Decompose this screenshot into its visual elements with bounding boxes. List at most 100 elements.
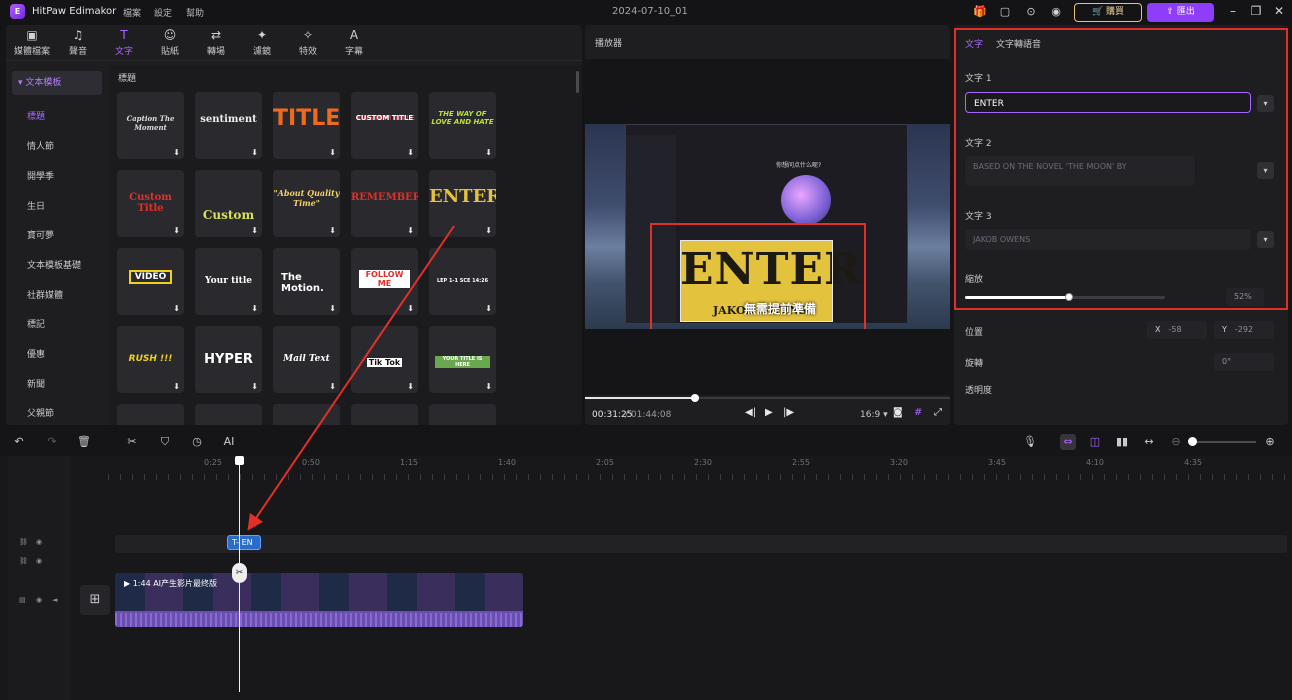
time-ruler[interactable] xyxy=(108,474,1288,480)
split-icon[interactable]: ✂ xyxy=(124,434,140,450)
tab-media[interactable]: ▣ 媒體檔案 xyxy=(10,28,54,57)
zoom-slider[interactable] xyxy=(1190,441,1256,443)
split-at-playhead-icon[interactable]: ✂ xyxy=(232,563,247,583)
template-thumb[interactable]: FOLLOW ME ⬇ xyxy=(351,248,418,315)
category-item[interactable]: 生日 xyxy=(27,199,45,212)
template-thumb[interactable]: HYPER ⬇ xyxy=(195,326,262,393)
video-clip[interactable]: ▶ 1:44 AI产生影片最终版 xyxy=(115,573,523,627)
tab-filter[interactable]: ✦ 濾鏡 xyxy=(240,28,284,57)
tab-text[interactable]: T 文字 xyxy=(102,28,146,57)
rotate-field[interactable]: 0° xyxy=(1214,353,1274,371)
eye-icon[interactable]: ◉ xyxy=(36,557,42,565)
close-icon[interactable]: ✕ xyxy=(1272,4,1286,18)
link-track-icon[interactable]: ⛓ xyxy=(19,557,28,565)
tab-subtitle[interactable]: A 字幕 xyxy=(332,28,376,57)
template-thumb[interactable] xyxy=(429,404,496,425)
position-x-field[interactable]: X -58 xyxy=(1147,321,1207,339)
zoom-out-icon[interactable]: ⊖ xyxy=(1168,434,1184,450)
menu-settings[interactable]: 設定 xyxy=(154,6,172,19)
template-thumb[interactable]: REMEMBER ⬇ xyxy=(351,170,418,237)
template-thumb[interactable] xyxy=(273,404,340,425)
play-icon[interactable]: ▶ xyxy=(765,407,773,418)
ripple-icon[interactable]: ▮▮ xyxy=(1114,434,1130,450)
template-thumb[interactable]: TITLE ⬇ xyxy=(273,92,340,159)
microphone-icon[interactable]: 🎙 xyxy=(1022,434,1038,450)
template-thumb[interactable]: "About Quality Time" ⬇ xyxy=(273,170,340,237)
redo-icon[interactable]: ↷ xyxy=(44,434,60,450)
tab-sticker[interactable]: ☺ 貼紙 xyxy=(148,28,192,57)
template-thumb[interactable]: RUSH !!! ⬇ xyxy=(117,326,184,393)
tab-effect[interactable]: ✧ 特效 xyxy=(286,28,330,57)
add-media-button[interactable]: ⊞ xyxy=(80,585,110,615)
grid-scrollbar[interactable] xyxy=(576,71,579,93)
template-thumb[interactable] xyxy=(351,404,418,425)
delete-icon[interactable]: 🗑 xyxy=(76,434,92,450)
template-thumb[interactable]: Custom Title ⬇ xyxy=(117,170,184,237)
category-item[interactable]: 文本模板基礎 xyxy=(27,258,81,271)
category-item[interactable]: 新聞 xyxy=(27,377,45,390)
grid-icon[interactable]: # xyxy=(914,407,922,418)
template-thumb[interactable]: Your title ⬇ xyxy=(195,248,262,315)
undo-icon[interactable]: ↶ xyxy=(11,434,27,450)
next-frame-icon[interactable]: |▶ xyxy=(783,407,794,418)
text-clip[interactable]: T- EN xyxy=(227,535,261,550)
template-thumb[interactable]: LEP 1-1 SCE 14:26 ⬇ xyxy=(429,248,496,315)
zoom-slider-handle[interactable] xyxy=(1188,437,1197,446)
template-thumb[interactable]: CUSTOM TITLE ⬇ xyxy=(351,92,418,159)
category-item[interactable]: 標題 xyxy=(27,109,45,122)
category-item[interactable]: 社群媒體 xyxy=(27,288,63,301)
eye-icon[interactable]: ◉ xyxy=(36,596,42,604)
position-y-field[interactable]: Y -292 xyxy=(1214,321,1274,339)
eye-icon[interactable]: ◉ xyxy=(36,538,42,546)
playback-progress-handle[interactable] xyxy=(690,394,699,402)
template-thumb[interactable] xyxy=(117,404,184,425)
menu-file[interactable]: 檔案 xyxy=(123,6,141,19)
player-canvas[interactable]: 你想问点什么呢? ENTER JAKOB OWENS 無需提前準備 xyxy=(585,59,950,395)
playback-progress[interactable] xyxy=(585,394,950,402)
link-track-icon[interactable]: ⛓ xyxy=(19,538,28,546)
speed-icon[interactable]: ◷ xyxy=(189,434,205,450)
ai-icon[interactable]: AI xyxy=(221,434,237,450)
menu-help[interactable]: 幫助 xyxy=(186,6,204,19)
minimize-icon[interactable]: – xyxy=(1226,4,1240,18)
template-thumb[interactable]: Tik Tok ⬇ xyxy=(351,326,418,393)
fit-icon[interactable]: ↔ xyxy=(1141,434,1157,450)
playhead-handle[interactable] xyxy=(235,456,244,465)
prev-frame-icon[interactable]: ◀| xyxy=(745,407,756,418)
category-header[interactable]: ▾ 文本模板 xyxy=(12,71,102,95)
feedback-icon[interactable]: ▢ xyxy=(998,5,1012,19)
link-icon[interactable]: ⇔ xyxy=(1060,434,1076,450)
snap-icon[interactable]: ◫ xyxy=(1087,434,1103,450)
zoom-in-icon[interactable]: ⊕ xyxy=(1262,434,1278,450)
template-thumb[interactable]: YOUR TITLE IS HERE ⬇ xyxy=(429,326,496,393)
export-button[interactable]: ⇪ 匯出 xyxy=(1147,3,1214,22)
snapshot-icon[interactable]: ◙ xyxy=(893,407,903,418)
category-item[interactable]: 寶可夢 xyxy=(27,228,54,241)
category-item[interactable]: 開學季 xyxy=(27,169,54,182)
template-thumb[interactable]: Custom ⬇ xyxy=(195,170,262,237)
category-item[interactable]: 標記 xyxy=(27,317,45,330)
maximize-icon[interactable]: ❐ xyxy=(1249,4,1263,18)
template-thumb[interactable]: The Motion. ⬇ xyxy=(273,248,340,315)
tab-audio[interactable]: ♫ 聲音 xyxy=(56,28,100,57)
film-icon[interactable]: ▤ xyxy=(19,596,26,604)
buy-button[interactable]: 🛒 購買 xyxy=(1074,3,1142,22)
speaker-icon[interactable]: ◄ xyxy=(52,596,57,604)
tab-transition[interactable]: ⇄ 轉場 xyxy=(194,28,238,57)
category-item[interactable]: 父親節 xyxy=(27,406,54,419)
template-thumb[interactable] xyxy=(195,404,262,425)
video-frame[interactable]: 你想问点什么呢? ENTER JAKOB OWENS 無需提前準備 xyxy=(585,124,950,329)
download-icon[interactable]: ⊙ xyxy=(1024,5,1038,19)
template-thumb[interactable]: sentiment ⬇ xyxy=(195,92,262,159)
category-item[interactable]: 優惠 xyxy=(27,347,45,360)
marker-icon[interactable]: ⛉ xyxy=(157,434,173,450)
aspect-ratio-select[interactable]: 16:9 ▾ xyxy=(860,410,888,420)
text-track[interactable] xyxy=(115,535,1287,553)
category-item[interactable]: 情人節 xyxy=(27,139,54,152)
template-thumb[interactable]: THE WAY OF LOVE AND HATE ⬇ xyxy=(429,92,496,159)
account-icon[interactable]: ◉ xyxy=(1049,5,1063,19)
template-thumb[interactable]: VIDEO ⬇ xyxy=(117,248,184,315)
fullscreen-icon[interactable]: ⤢ xyxy=(934,407,942,418)
template-thumb[interactable]: Mail Text ⬇ xyxy=(273,326,340,393)
template-thumb[interactable]: ENTER ⬇ xyxy=(429,170,496,237)
